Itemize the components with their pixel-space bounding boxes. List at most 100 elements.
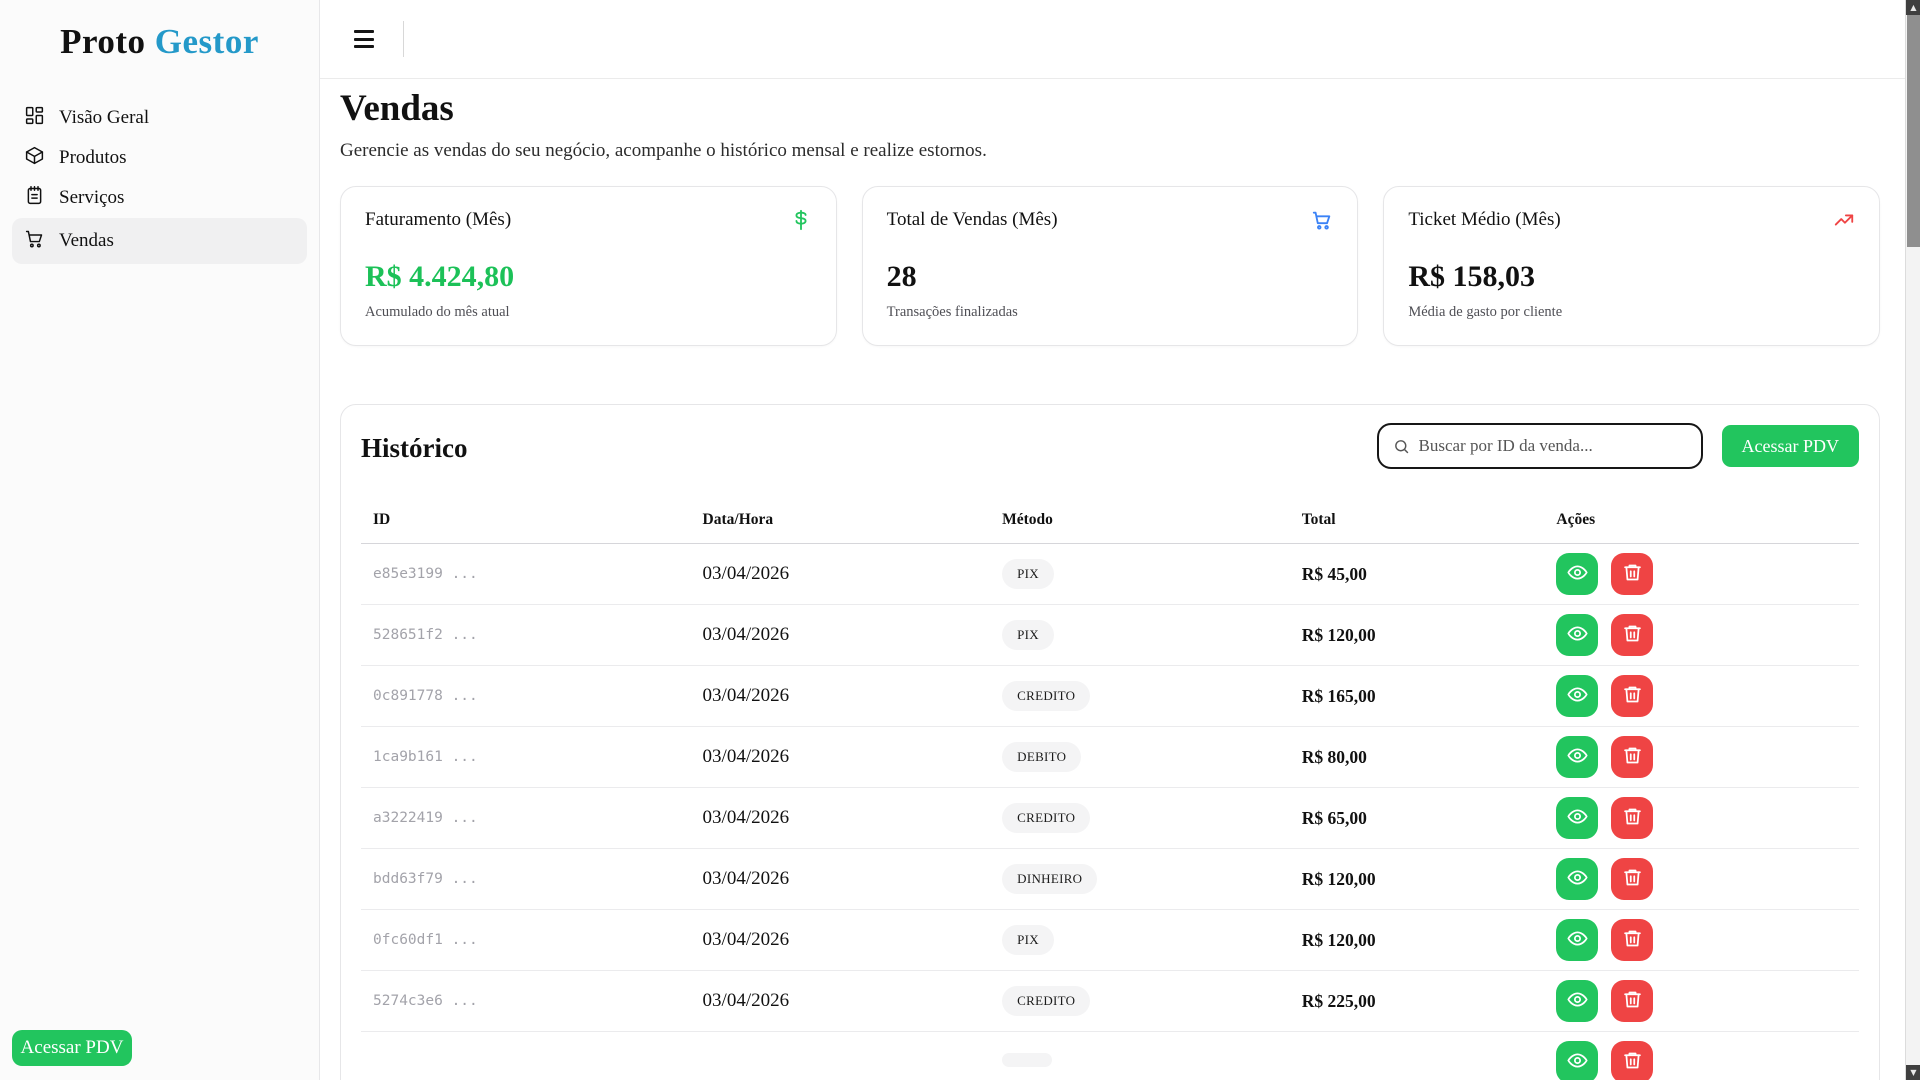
history-panel: Histórico Acessar PDV ID Data/Hora Métod… [340,404,1880,1080]
view-sale-button[interactable] [1556,797,1598,839]
payment-method-badge: CREDITO [1002,681,1090,711]
brand-primary: Proto [60,22,145,61]
column-header-metodo: Método [990,499,1290,544]
stat-cards: Faturamento (Mês) R$ 4.424,80 Acumulado … [340,186,1880,346]
delete-sale-button[interactable] [1611,980,1653,1022]
sale-date [691,1032,991,1080]
sidebar-pdv-button[interactable]: Acessar PDV [12,1030,132,1066]
stat-caption: Média de gasto por cliente [1408,304,1855,321]
stat-value: R$ 4.424,80 [365,260,812,294]
sale-date: 03/04/2026 [691,910,991,971]
scrollbar-thumb[interactable] [1907,15,1920,247]
view-sale-button[interactable] [1556,1041,1598,1080]
delete-sale-button[interactable] [1611,736,1653,778]
eye-icon [1567,1050,1588,1074]
stat-label: Ticket Médio (Mês) [1408,209,1560,231]
eye-icon [1567,684,1588,708]
sale-date: 03/04/2026 [691,666,991,727]
sale-id [361,1032,691,1080]
stat-card-total-vendas: Total de Vendas (Mês) 28 Transações fina… [862,186,1359,346]
sidebar-item-label: Vendas [59,230,114,252]
dollar-icon [790,209,812,236]
package-icon [24,145,45,172]
payment-method-badge [1002,1053,1052,1067]
payment-method-badge: CREDITO [1002,986,1090,1016]
scroll-down-arrow-icon[interactable]: ▼ [1906,1065,1920,1080]
sidebar-nav: Visão Geral Produtos Serviços Vendas [0,98,319,264]
stat-label: Total de Vendas (Mês) [887,209,1058,231]
trash-icon [1622,806,1643,830]
sale-id: 528651f2 ... [361,605,691,666]
notepad-icon [24,185,45,212]
sidebar-item-label: Visão Geral [59,107,149,129]
trash-icon [1622,989,1643,1013]
table-row: e85e3199 ...03/04/2026PIXR$ 45,00 [361,544,1859,605]
sale-id: bdd63f79 ... [361,849,691,910]
table-row [361,1032,1859,1080]
scrollbar[interactable]: ▲ ▼ [1905,0,1920,1080]
column-header-total: Total [1290,499,1545,544]
payment-method-badge: DEBITO [1002,742,1081,772]
stat-card-faturamento: Faturamento (Mês) R$ 4.424,80 Acumulado … [340,186,837,346]
sidebar-item-servicos[interactable]: Serviços [12,178,307,218]
sale-date: 03/04/2026 [691,605,991,666]
sale-date: 03/04/2026 [691,788,991,849]
table-row: 1ca9b161 ...03/04/2026DEBITOR$ 80,00 [361,727,1859,788]
delete-sale-button[interactable] [1611,1041,1653,1080]
view-sale-button[interactable] [1556,858,1598,900]
table-row: 0fc60df1 ...03/04/2026PIXR$ 120,00 [361,910,1859,971]
delete-sale-button[interactable] [1611,919,1653,961]
eye-icon [1567,562,1588,586]
sale-total: R$ 45,00 [1290,544,1545,605]
eye-icon [1567,745,1588,769]
delete-sale-button[interactable] [1611,553,1653,595]
view-sale-button[interactable] [1556,553,1598,595]
table-row: a3222419 ...03/04/2026CREDITOR$ 65,00 [361,788,1859,849]
sale-date: 03/04/2026 [691,544,991,605]
sale-id: 1ca9b161 ... [361,727,691,788]
trending-up-icon [1833,209,1855,236]
sidebar: Proto Gestor Visão Geral Produtos Serviç… [0,0,320,1080]
sidebar-item-label: Serviços [59,187,124,209]
delete-sale-button[interactable] [1611,675,1653,717]
payment-method-badge: PIX [1002,925,1054,955]
view-sale-button[interactable] [1556,980,1598,1022]
page-content: Vendas Gerencie as vendas do seu negócio… [320,79,1920,1080]
view-sale-button[interactable] [1556,675,1598,717]
sidebar-item-visao-geral[interactable]: Visão Geral [12,98,307,138]
topbar-divider [403,21,404,57]
stat-card-ticket-medio: Ticket Médio (Mês) R$ 158,03 Média de ga… [1383,186,1880,346]
view-sale-button[interactable] [1556,919,1598,961]
column-header-data-hora: Data/Hora [691,499,991,544]
trash-icon [1622,562,1643,586]
sidebar-item-produtos[interactable]: Produtos [12,138,307,178]
sale-date: 03/04/2026 [691,971,991,1032]
table-row: 5274c3e6 ...03/04/2026CREDITOR$ 225,00 [361,971,1859,1032]
acessar-pdv-button[interactable]: Acessar PDV [1722,425,1859,467]
delete-sale-button[interactable] [1611,797,1653,839]
trash-icon [1622,684,1643,708]
hamburger-menu-icon[interactable] [354,29,378,49]
search-input[interactable] [1419,436,1687,456]
sale-total: R$ 225,00 [1290,971,1545,1032]
search-icon [1393,438,1410,455]
stat-caption: Acumulado do mês atual [365,304,812,321]
cart-icon [24,228,45,255]
app-logo: Proto Gestor [0,0,319,62]
sidebar-item-vendas[interactable]: Vendas [12,218,307,264]
stat-value: 28 [887,260,1334,294]
view-sale-button[interactable] [1556,736,1598,778]
stat-caption: Transações finalizadas [887,304,1334,321]
stat-label: Faturamento (Mês) [365,209,511,231]
eye-icon [1567,867,1588,891]
delete-sale-button[interactable] [1611,858,1653,900]
table-row: 528651f2 ...03/04/2026PIXR$ 120,00 [361,605,1859,666]
trash-icon [1622,1050,1643,1074]
eye-icon [1567,623,1588,647]
brand-secondary: Gestor [155,22,259,61]
view-sale-button[interactable] [1556,614,1598,656]
delete-sale-button[interactable] [1611,614,1653,656]
table-header-row: ID Data/Hora Método Total Ações [361,499,1859,544]
scroll-up-arrow-icon[interactable]: ▲ [1906,0,1920,15]
trash-icon [1622,867,1643,891]
